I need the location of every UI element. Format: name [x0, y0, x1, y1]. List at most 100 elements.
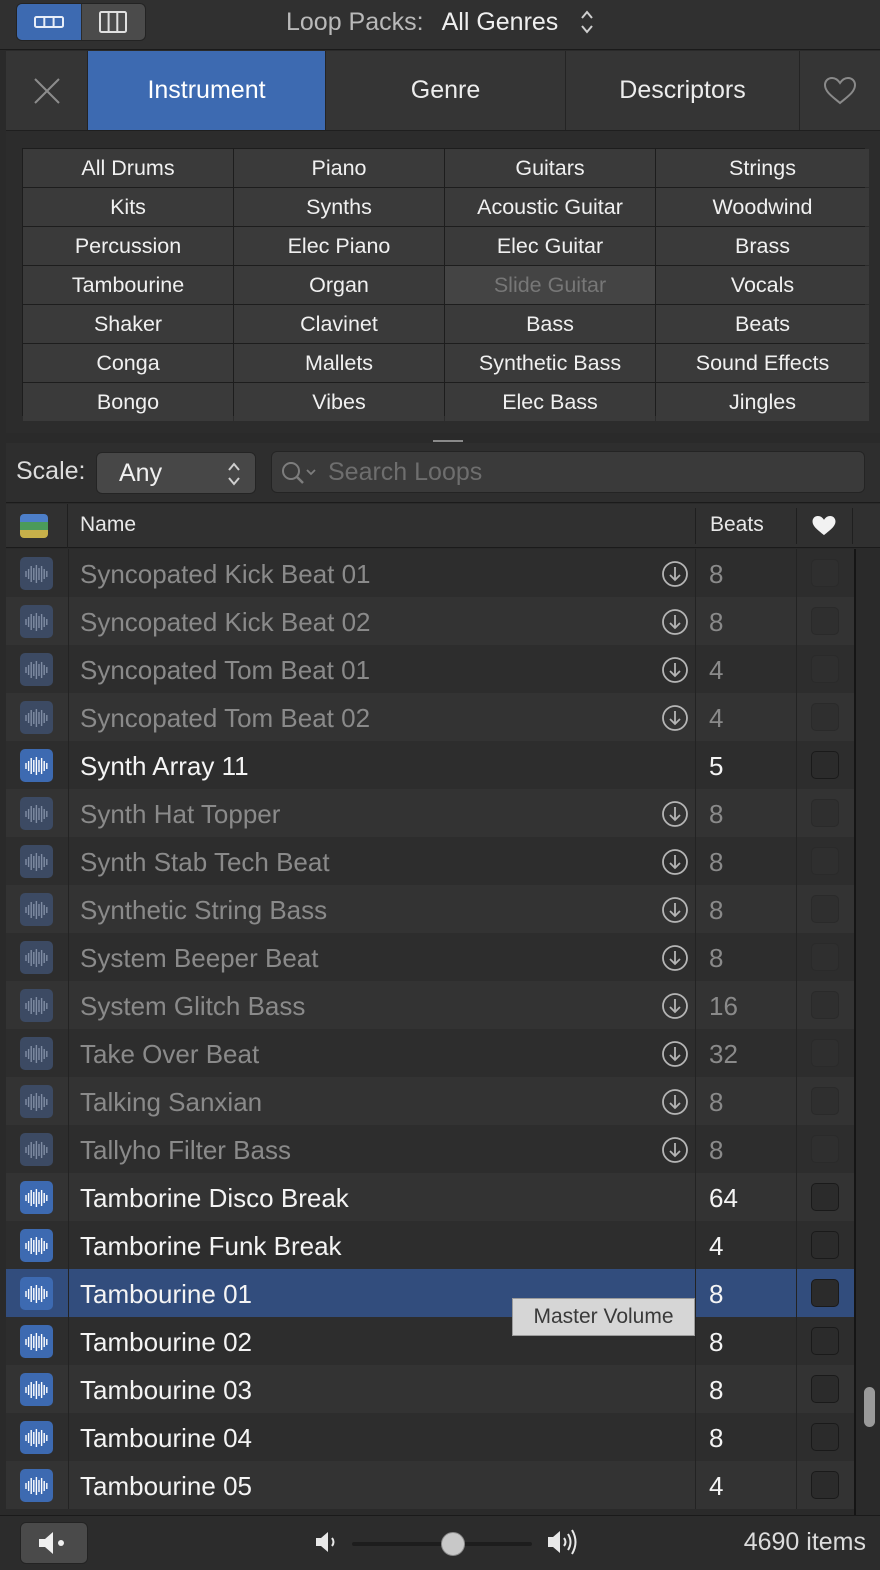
table-row[interactable]: Synth Hat Topper 8 — [6, 789, 854, 837]
table-row[interactable]: Take Over Beat 32 — [6, 1029, 854, 1077]
scrollbar-thumb[interactable] — [864, 1387, 875, 1427]
favorite-checkbox[interactable] — [811, 655, 839, 683]
favorite-checkbox[interactable] — [811, 1087, 839, 1115]
keyword-button-mallets[interactable]: Mallets — [234, 344, 444, 382]
table-row[interactable]: Synth Array 11 5 — [6, 741, 854, 789]
keyword-button-vibes[interactable]: Vibes — [234, 383, 444, 421]
favorite-checkbox[interactable] — [811, 1039, 839, 1067]
download-icon[interactable] — [661, 560, 689, 588]
favorite-checkbox[interactable] — [811, 559, 839, 587]
table-row[interactable]: System Beeper Beat 8 — [6, 933, 854, 981]
table-row[interactable]: Tambourine 03 8 — [6, 1365, 854, 1413]
favorite-checkbox[interactable] — [811, 1279, 839, 1307]
favorite-checkbox[interactable] — [811, 703, 839, 731]
favorite-checkbox[interactable] — [811, 1327, 839, 1355]
download-icon[interactable] — [661, 992, 689, 1020]
volume-slider-knob[interactable] — [441, 1532, 465, 1556]
keyword-button-bongo[interactable]: Bongo — [23, 383, 233, 421]
download-icon[interactable] — [661, 656, 689, 684]
favorite-checkbox[interactable] — [811, 799, 839, 827]
keyword-button-strings[interactable]: Strings — [656, 149, 869, 187]
keyword-button-piano[interactable]: Piano — [234, 149, 444, 187]
table-row[interactable]: Tambourine 04 8 — [6, 1413, 854, 1461]
keyword-button-conga[interactable]: Conga — [23, 344, 233, 382]
keyword-button-organ[interactable]: Organ — [234, 266, 444, 304]
vertical-scrollbar[interactable] — [854, 549, 880, 1515]
keyword-button-shaker[interactable]: Shaker — [23, 305, 233, 343]
favorite-checkbox[interactable] — [811, 991, 839, 1019]
table-row[interactable]: Talking Sanxian 8 — [6, 1077, 854, 1125]
tab-descriptors[interactable]: Descriptors — [566, 51, 800, 130]
keyword-button-bass[interactable]: Bass — [445, 305, 655, 343]
favorite-checkbox[interactable] — [811, 1471, 839, 1499]
download-icon[interactable] — [661, 896, 689, 924]
table-row[interactable]: Syncopated Kick Beat 01 8 — [6, 549, 854, 597]
table-row[interactable]: System Glitch Bass 16 — [6, 981, 854, 1029]
favorite-checkbox[interactable] — [811, 1423, 839, 1451]
favorite-checkbox[interactable] — [811, 943, 839, 971]
download-icon[interactable] — [661, 1136, 689, 1164]
preview-speaker-button[interactable] — [20, 1522, 88, 1564]
keyword-button-jingles[interactable]: Jingles — [656, 383, 869, 421]
download-icon[interactable] — [661, 848, 689, 876]
table-row[interactable]: Syncopated Tom Beat 02 4 — [6, 693, 854, 741]
column-view-button[interactable] — [80, 4, 146, 40]
favorite-checkbox[interactable] — [811, 607, 839, 635]
keyword-button-percussion[interactable]: Percussion — [23, 227, 233, 265]
table-row[interactable]: Tambourine 02 8 — [6, 1317, 854, 1365]
table-row[interactable]: Syncopated Tom Beat 01 4 — [6, 645, 854, 693]
color-column-header[interactable] — [6, 504, 68, 548]
reset-button[interactable] — [6, 51, 88, 130]
table-row[interactable]: Synthetic String Bass 8 — [6, 885, 854, 933]
keyword-button-vocals[interactable]: Vocals — [656, 266, 869, 304]
keyword-button-elec-bass[interactable]: Elec Bass — [445, 383, 655, 421]
download-icon[interactable] — [661, 800, 689, 828]
download-icon[interactable] — [661, 944, 689, 972]
table-row[interactable]: Tambourine 05 4 — [6, 1461, 854, 1509]
keyword-button-synths[interactable]: Synths — [234, 188, 444, 226]
keyword-button-guitars[interactable]: Guitars — [445, 149, 655, 187]
search-input[interactable] — [328, 456, 848, 488]
search-field[interactable] — [271, 451, 865, 493]
keyword-button-elec-guitar[interactable]: Elec Guitar — [445, 227, 655, 265]
scale-popup[interactable]: Any — [96, 452, 256, 494]
favorite-checkbox[interactable] — [811, 847, 839, 875]
beats-column-header[interactable]: Beats — [710, 513, 764, 537]
favorite-checkbox[interactable] — [811, 895, 839, 923]
table-row[interactable]: Tambourine 01 8 — [6, 1269, 854, 1317]
download-icon[interactable] — [661, 608, 689, 636]
master-volume-slider[interactable] — [352, 1532, 532, 1556]
button-view-button[interactable] — [17, 4, 81, 40]
download-icon[interactable] — [661, 1088, 689, 1116]
keyword-button-kits[interactable]: Kits — [23, 188, 233, 226]
favorite-checkbox[interactable] — [811, 1135, 839, 1163]
keyword-button-beats[interactable]: Beats — [656, 305, 869, 343]
favorites-filter-button[interactable] — [800, 51, 880, 130]
loop-packs-selector[interactable]: Loop Packs: All Genres — [286, 6, 594, 38]
tab-instrument[interactable]: Instrument — [88, 51, 326, 130]
table-row[interactable]: Syncopated Kick Beat 02 8 — [6, 597, 854, 645]
keyword-button-elec-piano[interactable]: Elec Piano — [234, 227, 444, 265]
favorite-checkbox[interactable] — [811, 751, 839, 779]
keyword-button-tambourine[interactable]: Tambourine — [23, 266, 233, 304]
table-row[interactable]: Synth Stab Tech Beat 8 — [6, 837, 854, 885]
table-row[interactable]: Tamborine Funk Break 4 — [6, 1221, 854, 1269]
favorite-checkbox[interactable] — [811, 1183, 839, 1211]
keyword-button-synthetic-bass[interactable]: Synthetic Bass — [445, 344, 655, 382]
download-icon[interactable] — [661, 1040, 689, 1068]
table-row[interactable]: Tallyho Filter Bass 8 — [6, 1125, 854, 1173]
keyword-button-acoustic-guitar[interactable]: Acoustic Guitar — [445, 188, 655, 226]
download-icon[interactable] — [661, 704, 689, 732]
keyword-button-all-drums[interactable]: All Drums — [23, 149, 233, 187]
name-column-header[interactable]: Name — [80, 513, 136, 537]
keyword-button-woodwind[interactable]: Woodwind — [656, 188, 869, 226]
keyword-button-slide-guitar[interactable]: Slide Guitar — [445, 266, 655, 304]
panel-splitter[interactable] — [6, 433, 880, 443]
table-row[interactable]: Tamborine Disco Break 64 — [6, 1173, 854, 1221]
keyword-button-sound-effects[interactable]: Sound Effects — [656, 344, 869, 382]
tab-genre[interactable]: Genre — [326, 51, 566, 130]
heart-filled-icon[interactable] — [811, 514, 837, 538]
favorite-checkbox[interactable] — [811, 1231, 839, 1259]
keyword-button-clavinet[interactable]: Clavinet — [234, 305, 444, 343]
favorite-checkbox[interactable] — [811, 1375, 839, 1403]
